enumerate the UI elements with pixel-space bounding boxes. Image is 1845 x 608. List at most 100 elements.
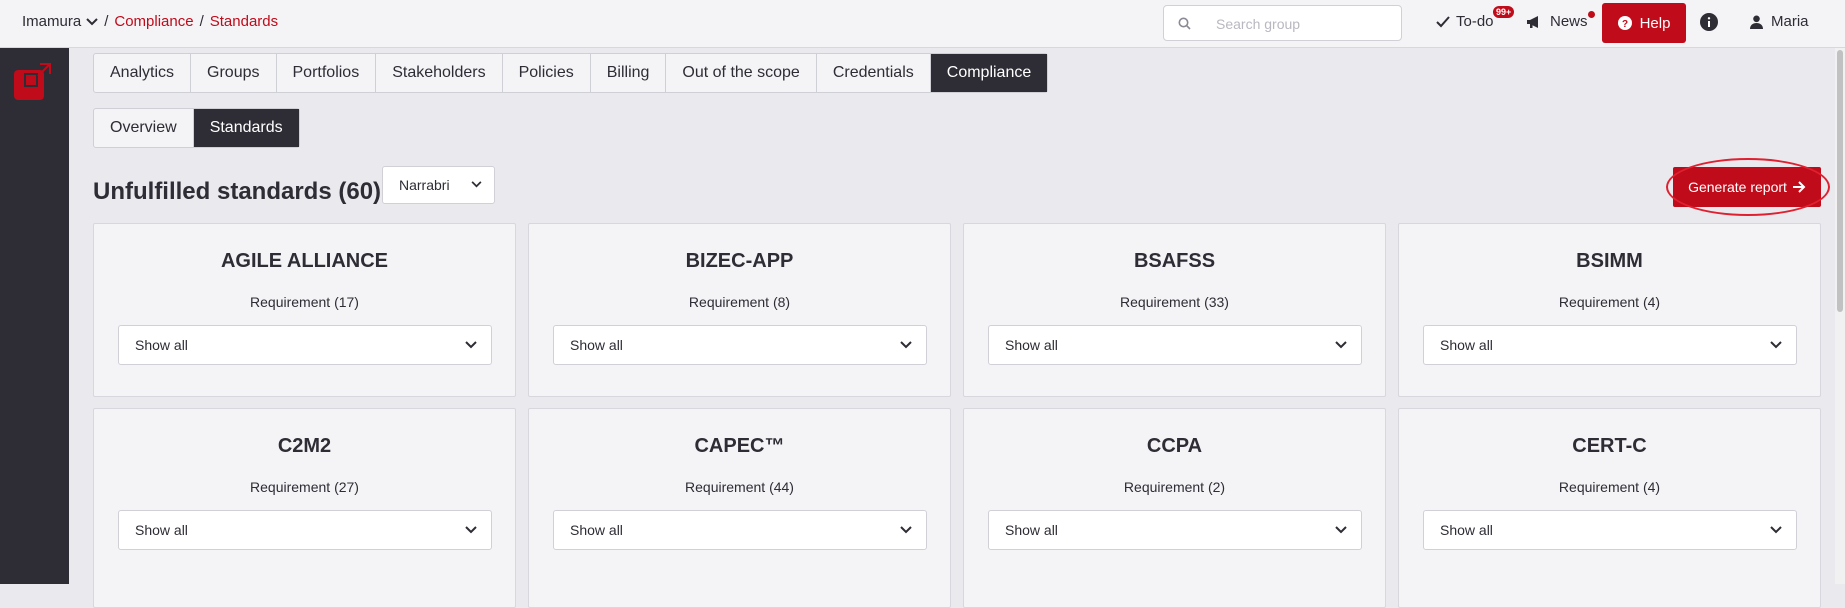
arrow-right-icon (1792, 181, 1806, 193)
requirement-filter-select[interactable]: Show all (988, 510, 1362, 550)
requirement-count: Requirement (2) (1123, 479, 1226, 495)
top-bar: Imamura / Compliance / Standards To-do 9… (0, 0, 1845, 48)
user-name: Maria (1771, 13, 1809, 30)
chevron-down-icon (471, 181, 482, 188)
standard-card: BSIMM Requirement (4) Show all (1398, 223, 1821, 397)
help-button[interactable]: ? Help (1602, 3, 1686, 43)
requirement-filter-select[interactable]: Show all (118, 325, 492, 365)
chevron-down-icon (900, 341, 912, 349)
tab-analytics[interactable]: Analytics (94, 54, 192, 92)
group-filter-value: Narrabri (399, 177, 450, 193)
requirement-count: Requirement (44) (685, 479, 794, 495)
sub-tabs: Overview Standards (93, 108, 300, 148)
todo-button[interactable]: To-do 99+ (1436, 6, 1515, 30)
page-scrollbar[interactable] (1835, 48, 1845, 584)
subtab-standards[interactable]: Standards (193, 109, 299, 147)
standard-card: CAPEC™ Requirement (44) Show all (528, 408, 951, 608)
tab-out-of-the-scope[interactable]: Out of the scope (666, 54, 817, 92)
requirement-count: Requirement (27) (250, 479, 359, 495)
requirement-count: Requirement (8) (688, 294, 791, 310)
standard-title: BIZEC-APP (685, 250, 794, 272)
news-unread-dot (1586, 9, 1597, 20)
generate-report-label: Generate report (1688, 179, 1787, 195)
requirement-filter-value: Show all (135, 522, 188, 538)
requirement-filter-value: Show all (570, 337, 623, 353)
standard-card: CCPA Requirement (2) Show all (963, 408, 1386, 608)
breadcrumb-separator: / (104, 13, 109, 30)
tab-portfolios[interactable]: Portfolios (277, 54, 377, 92)
standard-title: CCPA (1146, 435, 1203, 457)
tab-policies[interactable]: Policies (503, 54, 591, 92)
todo-label: To-do (1456, 13, 1494, 30)
requirement-filter-select[interactable]: Show all (553, 325, 927, 365)
scrollbar-thumb[interactable] (1837, 50, 1843, 312)
standard-card: BIZEC-APP Requirement (8) Show all (528, 223, 951, 397)
chevron-down-icon (1335, 341, 1347, 349)
requirement-filter-value: Show all (570, 522, 623, 538)
tab-compliance[interactable]: Compliance (930, 54, 1048, 92)
todo-badge: 99+ (1493, 6, 1515, 18)
chevron-down-icon (465, 526, 477, 534)
group-filter-select[interactable]: Narrabri (382, 166, 495, 204)
search-input[interactable] (1214, 6, 1398, 42)
breadcrumb: Imamura / Compliance / Standards (22, 13, 278, 30)
breadcrumb-standards[interactable]: Standards (210, 13, 278, 30)
org-name: Imamura (22, 13, 82, 30)
standard-card: CERT-C Requirement (4) Show all (1398, 408, 1821, 608)
standard-title: BSAFSS (1133, 250, 1216, 272)
standard-title: CERT-C (1572, 435, 1647, 457)
generate-report-button[interactable]: Generate report (1673, 167, 1821, 207)
news-button[interactable]: News (1526, 9, 1597, 30)
requirement-filter-select[interactable]: Show all (118, 510, 492, 550)
requirement-count: Requirement (4) (1558, 479, 1661, 495)
megaphone-icon (1527, 15, 1538, 28)
user-icon (1750, 15, 1763, 29)
help-label: Help (1639, 14, 1671, 32)
chevron-down-icon (900, 526, 912, 534)
standard-title: AGILE ALLIANCE (220, 250, 389, 272)
chevron-down-icon (1335, 526, 1347, 534)
user-menu[interactable]: Maria (1750, 13, 1809, 30)
main-tabs: Analytics Groups Portfolios Stakeholders Pol… (93, 53, 1049, 93)
search-box (1163, 5, 1402, 42)
requirement-filter-value: Show all (1005, 337, 1058, 353)
org-selector[interactable]: Imamura (22, 13, 98, 30)
standard-title: CAPEC™ (694, 435, 785, 457)
page-title: Unfulfilled standards (60) (93, 178, 382, 205)
check-icon (1436, 15, 1450, 27)
requirement-filter-value: Show all (1005, 522, 1058, 538)
requirement-count: Requirement (33) (1120, 294, 1229, 310)
info-icon[interactable] (1700, 13, 1718, 31)
requirement-filter-value: Show all (1440, 337, 1493, 353)
chevron-down-icon (1770, 526, 1782, 534)
news-label: News (1550, 13, 1588, 30)
search-icon (1178, 17, 1191, 30)
question-circle-icon: ? (1617, 16, 1632, 30)
chevron-down-icon (86, 17, 98, 25)
requirement-filter-value: Show all (135, 337, 188, 353)
standard-title: C2M2 (277, 435, 332, 457)
logo-icon[interactable] (14, 62, 54, 100)
standard-card: C2M2 Requirement (27) Show all (93, 408, 516, 608)
requirement-count: Requirement (4) (1558, 294, 1661, 310)
standard-title: BSIMM (1576, 250, 1643, 272)
standard-card: BSAFSS Requirement (33) Show all (963, 223, 1386, 397)
chevron-down-icon (1770, 341, 1782, 349)
breadcrumb-separator: / (199, 13, 204, 30)
requirement-filter-select[interactable]: Show all (988, 325, 1362, 365)
sidebar (0, 48, 69, 584)
tab-billing[interactable]: Billing (591, 54, 667, 92)
tab-groups[interactable]: Groups (191, 54, 277, 92)
standard-card: AGILE ALLIANCE Requirement (17) Show all (93, 223, 516, 397)
tab-credentials[interactable]: Credentials (817, 54, 931, 92)
requirement-filter-value: Show all (1440, 522, 1493, 538)
tab-stakeholders[interactable]: Stakeholders (376, 54, 503, 92)
requirement-count: Requirement (17) (250, 294, 359, 310)
svg-text:?: ? (1622, 19, 1628, 30)
chevron-down-icon (465, 341, 477, 349)
requirement-filter-select[interactable]: Show all (1423, 325, 1797, 365)
requirement-filter-select[interactable]: Show all (553, 510, 927, 550)
requirement-filter-select[interactable]: Show all (1423, 510, 1797, 550)
breadcrumb-compliance[interactable]: Compliance (114, 13, 193, 30)
subtab-overview[interactable]: Overview (94, 109, 194, 147)
